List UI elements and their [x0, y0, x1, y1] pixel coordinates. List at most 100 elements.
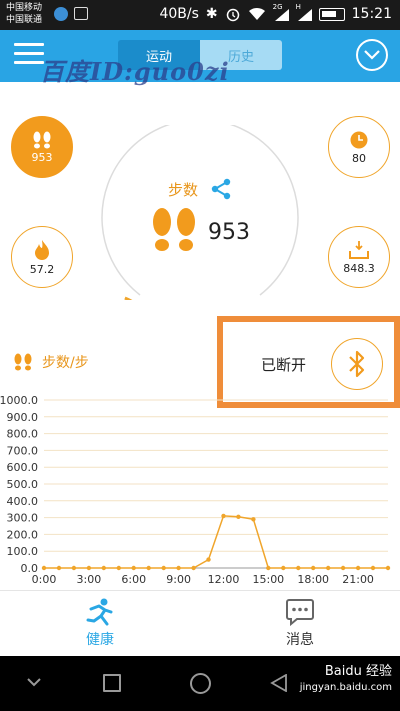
data-point	[385, 565, 391, 571]
data-point	[281, 565, 286, 571]
battery-icon	[318, 7, 345, 21]
y-tick-label: 100.0	[7, 545, 39, 558]
y-tick-label: 700.0	[7, 444, 39, 457]
data-point	[355, 565, 361, 571]
steps-line-chart: 1000.0 900.0 800.0 700.0 600.0 500.0 400.0 300.…	[0, 394, 391, 586]
time-stat[interactable]: 80	[328, 116, 390, 178]
data-point	[86, 565, 92, 571]
y-tick-label: 600.0	[7, 461, 39, 474]
flame-icon	[35, 239, 49, 260]
nav-messages[interactable]: 消息	[260, 597, 340, 649]
y-tick-label: 500.0	[7, 478, 39, 491]
data-point	[116, 565, 122, 571]
chart-label-text: 步数/步	[42, 355, 89, 371]
y-tick-label: 900.0	[7, 411, 39, 424]
chart-label: 步数/步	[12, 352, 89, 372]
clock-time: 15:21	[351, 6, 392, 22]
wifi-icon	[248, 7, 265, 20]
net-speed: 40B/s	[159, 6, 199, 22]
distance-icon	[349, 240, 369, 259]
calories-stat-value: 57.2	[29, 262, 55, 276]
x-tick-label: 3:00	[77, 573, 102, 586]
bottom-nav: 健康 消息	[0, 590, 400, 656]
data-point	[41, 565, 47, 571]
distance-stat-value: 848.3	[343, 261, 375, 275]
distance-stat[interactable]: 848.3	[328, 226, 390, 288]
footprints-icon	[14, 353, 32, 371]
gauge-value: 953	[208, 220, 250, 245]
time-stat-value: 80	[352, 151, 366, 165]
x-tick-label: 15:00	[252, 573, 284, 586]
step-gauge	[101, 125, 299, 300]
y-tick-label: 800.0	[7, 428, 39, 441]
y-tick-label: 400.0	[7, 495, 39, 508]
alarm-icon	[226, 8, 239, 22]
data-point	[326, 565, 331, 571]
baidu-logo: Baidu 经验 jingyan.baidu.com	[300, 664, 392, 696]
footprints-icon	[153, 208, 195, 251]
data-point	[370, 565, 376, 571]
y-tick-label: 300.0	[7, 512, 39, 525]
bluetooth-icon[interactable]	[331, 338, 383, 390]
y-tick-label: 1000.0	[0, 394, 38, 407]
bluetooth-status-icon: ✱	[205, 6, 218, 22]
gauge-title-row: 步数	[168, 178, 232, 200]
footprints-icon	[33, 131, 51, 148]
status-right: 40B/s ✱ 2G H 15:21	[159, 3, 392, 22]
x-tick-label: 6:00	[121, 573, 146, 586]
x-tick-label: 21:00	[342, 573, 374, 586]
nav-health-label: 健康	[86, 632, 114, 648]
data-point	[146, 565, 151, 571]
y-tick-label: 200.0	[7, 528, 39, 541]
calories-stat[interactable]: 57.2	[11, 226, 73, 288]
x-tick-label: 0:00	[32, 573, 57, 586]
status-bar: 中国移动 中国联通 40B/s ✱ 2G H 15:21	[0, 0, 400, 30]
baidu-url: jingyan.baidu.com	[299, 682, 392, 693]
data-point	[101, 565, 107, 571]
watermark: 百度ID:guo0zi	[40, 57, 230, 86]
data-point	[236, 514, 241, 519]
data-point	[311, 565, 316, 571]
gauge-progress-arc	[124, 296, 133, 300]
data-point	[266, 565, 271, 571]
notification-app-icon	[54, 7, 68, 21]
data-point	[131, 565, 136, 571]
data-point	[56, 565, 62, 571]
bluetooth-status-text: 已断开	[261, 356, 307, 374]
steps-stat-value: 953	[31, 150, 53, 164]
carrier-2: 中国联通	[6, 15, 43, 25]
home-icon[interactable]	[190, 673, 211, 694]
running-person-icon	[86, 598, 113, 626]
chat-bubble-icon	[286, 599, 314, 627]
data-point	[251, 517, 256, 522]
baidu-logo-text: Baidu 经验	[324, 664, 392, 679]
menu-triangle-icon[interactable]	[270, 674, 288, 692]
data-point	[340, 565, 346, 571]
data-point	[221, 513, 226, 519]
x-tick-label: 12:00	[208, 573, 240, 586]
carrier-info: 中国移动 中国联通	[6, 2, 42, 26]
share-icon[interactable]	[210, 178, 232, 200]
recents-icon[interactable]	[103, 674, 121, 692]
series-line	[44, 515, 388, 569]
data-point	[296, 565, 301, 571]
gauge-title: 步数	[168, 180, 199, 199]
data-point	[191, 565, 196, 571]
x-tick-label: 9:00	[166, 573, 191, 586]
nav-health[interactable]: 健康	[60, 597, 140, 649]
data-point	[71, 565, 77, 571]
data-point	[176, 565, 181, 571]
carrier-1: 中国移动	[6, 3, 43, 13]
signal-2g-icon: 2G	[273, 3, 289, 21]
data-point	[206, 557, 211, 562]
steps-stat[interactable]: 953	[11, 116, 73, 178]
signal-h-icon: H	[296, 3, 312, 21]
system-nav-bar: Baidu 经验 jingyan.baidu.com	[0, 656, 400, 711]
nav-messages-label: 消息	[286, 632, 314, 648]
notification-image-icon	[74, 7, 88, 20]
check-circle-icon[interactable]	[356, 39, 388, 71]
data-point	[161, 565, 166, 571]
clock-icon	[350, 131, 368, 148]
back-icon[interactable]	[26, 676, 42, 688]
x-tick-label: 18:00	[297, 573, 329, 586]
